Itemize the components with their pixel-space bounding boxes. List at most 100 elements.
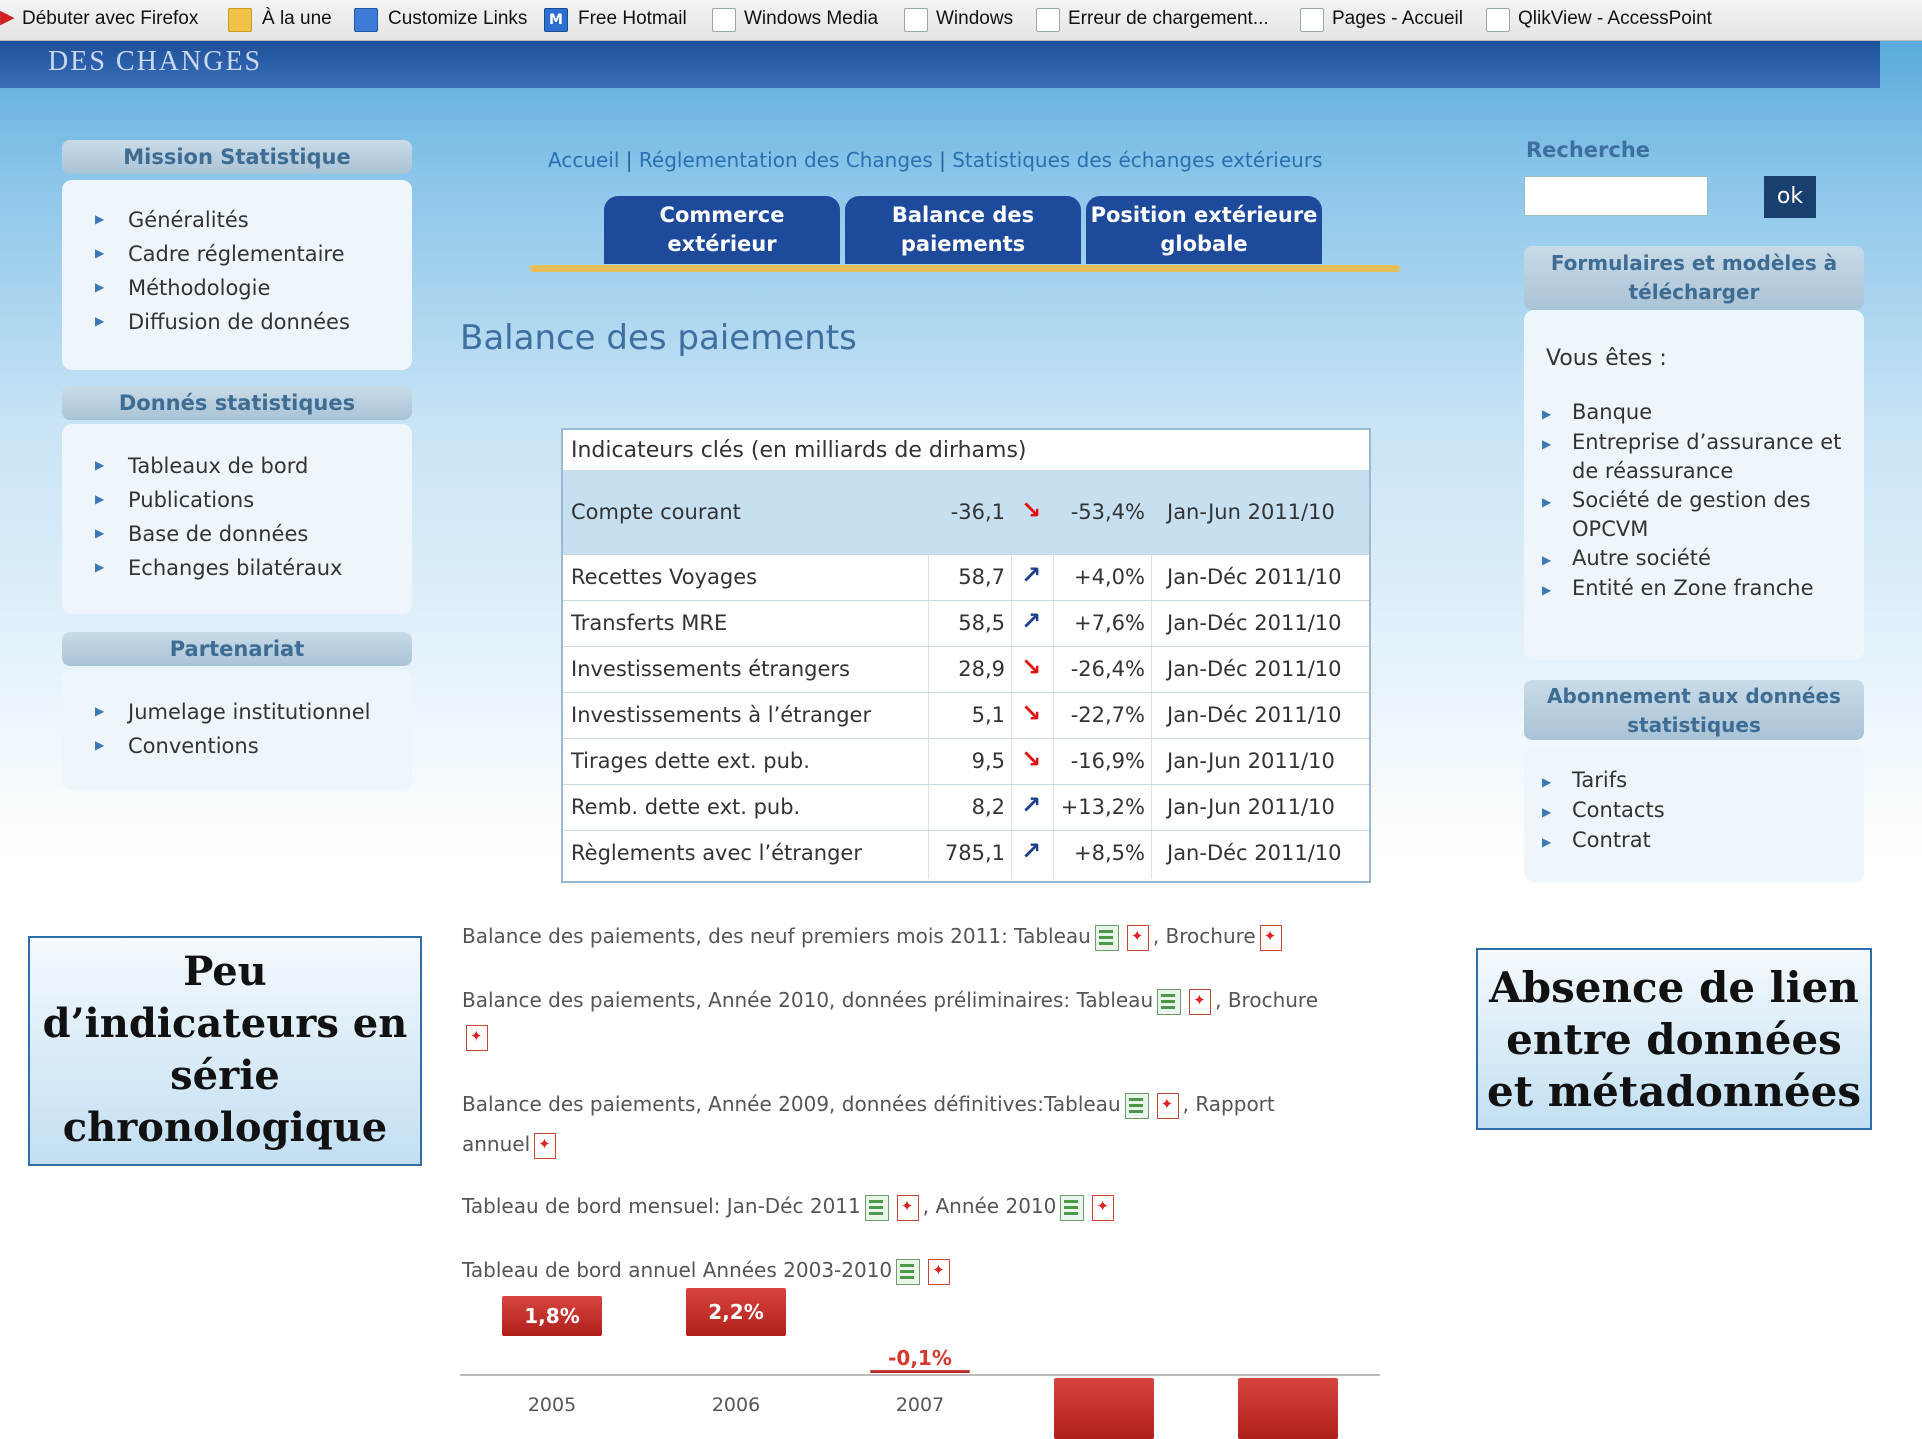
row-period: Jan-Jun 2011/10	[1167, 500, 1335, 524]
row-change: +4,0%	[1074, 565, 1145, 589]
growth-bar: 2,2%	[686, 1288, 786, 1336]
excel-icon[interactable]	[1060, 1194, 1085, 1221]
table-row: Remb. dette ext. pub. 8,2 ↗ +13,2% Jan-Jun 2…	[563, 784, 1369, 831]
forms-heading[interactable]: Formulaires et modèles à télécharger	[1524, 246, 1864, 310]
pdf-icon[interactable]	[1259, 924, 1282, 951]
pdf-icon[interactable]	[1092, 1194, 1115, 1221]
arrow-up-right-icon: ↗	[1021, 837, 1042, 865]
tab-label-line1: Position extérieure	[1090, 203, 1318, 227]
row-period: Jan-Jun 2011/10	[1167, 749, 1335, 773]
nav-separator: |	[625, 148, 633, 172]
profile-banque[interactable]: Banque	[1542, 398, 1653, 429]
menu-head-donnees: Donnés statistiques	[62, 386, 412, 420]
pdf-icon[interactable]	[928, 1258, 951, 1285]
menu-item-base[interactable]: Base de données	[95, 522, 308, 546]
excel-icon[interactable]	[1094, 924, 1119, 951]
subscription-tarifs[interactable]: Tarifs	[1542, 766, 1627, 797]
bookmark-7[interactable]: Pages - Accueil	[1332, 8, 1463, 30]
hotmail-icon: M	[544, 8, 568, 32]
row-label: Tirages dette ext. pub.	[571, 749, 810, 773]
menu-item-publications[interactable]: Publications	[95, 488, 254, 512]
profile-line: Autre société	[1572, 546, 1711, 570]
bookmark-2[interactable]: Customize Links	[388, 8, 527, 30]
row-period: Jan-Déc 2011/10	[1167, 657, 1342, 681]
table-row: Transferts MRE 58,5 ↗ +7,6% Jan-Déc 2011/10	[563, 600, 1369, 647]
tab-balance-paiements[interactable]: Balance des paiements	[845, 196, 1081, 264]
top-nav: Accueil | Réglementation des Changes | S…	[548, 148, 1322, 172]
download-label: Tableau de bord annuel Années 2003-2010	[462, 1258, 893, 1282]
pdf-icon[interactable]	[1156, 1092, 1179, 1119]
heading-line: Abonnement aux données	[1547, 684, 1841, 708]
download-label: Balance des paiements, Année 2010, donné…	[462, 988, 1154, 1012]
menu-item-tableaux[interactable]: Tableaux de bord	[95, 454, 308, 478]
kpi-table: Indicateurs clés (en milliards de dirham…	[561, 428, 1371, 883]
callout-line: et métadonnées	[1486, 1067, 1862, 1116]
year-label: 2006	[711, 1394, 761, 1416]
growth-bar	[1238, 1378, 1338, 1439]
menu-item-conventions[interactable]: Conventions	[95, 734, 259, 758]
arrow-down-right-icon: ↘	[1021, 745, 1042, 773]
profile-opcvm[interactable]: Société de gestion des OPCVM	[1542, 486, 1811, 544]
callout-line: entre données	[1506, 1015, 1842, 1064]
profile-autre[interactable]: Autre société	[1542, 544, 1711, 575]
download-label: , Rapport	[1182, 1092, 1275, 1116]
bookmark-0[interactable]: Débuter avec Firefox	[22, 8, 198, 30]
pdf-icon[interactable]	[534, 1132, 557, 1159]
excel-icon[interactable]	[896, 1258, 921, 1285]
page-icon	[1486, 8, 1510, 32]
excel-icon[interactable]	[1157, 988, 1182, 1015]
profile-line: Société de gestion des	[1572, 488, 1811, 512]
download-label: annuel	[462, 1132, 531, 1156]
subscription-contacts[interactable]: Contacts	[1542, 796, 1665, 827]
nav-statistiques[interactable]: Statistiques des échanges extérieurs	[952, 148, 1322, 172]
year-label: 2007	[895, 1394, 945, 1416]
menu-item-echanges[interactable]: Echanges bilatéraux	[95, 556, 343, 580]
excel-icon[interactable]	[864, 1194, 889, 1221]
menu-head-partenariat: Partenariat	[62, 632, 412, 666]
subscription-heading[interactable]: Abonnement aux données statistiques	[1524, 680, 1864, 740]
profile-zone-franche[interactable]: Entité en Zone franche	[1542, 574, 1813, 605]
menu-item-cadre[interactable]: Cadre réglementaire	[95, 242, 344, 266]
nav-accueil[interactable]: Accueil	[548, 148, 619, 172]
excel-icon[interactable]	[1124, 1092, 1149, 1119]
row-label: Transferts MRE	[571, 611, 728, 635]
menu-item-diffusion[interactable]: Diffusion de données	[95, 310, 350, 334]
nav-reglementation[interactable]: Réglementation des Changes	[639, 148, 933, 172]
pdf-icon[interactable]	[896, 1194, 919, 1221]
row-period: Jan-Déc 2011/10	[1167, 841, 1342, 865]
bookmark-1[interactable]: À la une	[262, 8, 332, 30]
profile-assurance[interactable]: Entreprise d’assurance et de réassurance	[1542, 428, 1841, 486]
bookmark-5[interactable]: Windows	[936, 8, 1013, 30]
menu-item-methodologie[interactable]: Méthodologie	[95, 276, 270, 300]
page-icon	[712, 8, 736, 32]
bookmark-6[interactable]: Erreur de chargement...	[1068, 8, 1269, 30]
row-label: Compte courant	[571, 500, 741, 524]
table-row: Compte courant -36,1 ↘ -53,4% Jan-Jun 2011/1…	[563, 470, 1369, 555]
pdf-icon[interactable]	[1189, 988, 1212, 1015]
pdf-icon[interactable]	[466, 1024, 488, 1051]
profile-line: Banque	[1572, 400, 1653, 424]
nav-separator: |	[939, 148, 946, 172]
search-button[interactable]: ok	[1764, 176, 1816, 218]
bookmark-8[interactable]: QlikView - AccessPoint	[1518, 8, 1712, 30]
row-value: -36,1	[950, 500, 1005, 524]
bookmark-4[interactable]: Windows Media	[744, 8, 878, 30]
pdf-icon[interactable]	[1126, 924, 1149, 951]
row-change: +8,5%	[1074, 841, 1145, 865]
download-line-5: Tableau de bord annuel Années 2003-2010	[462, 1258, 954, 1285]
tab-label-line1: Balance des	[891, 203, 1035, 227]
heading-line: Formulaires et modèles à	[1550, 251, 1838, 275]
tab-position-exterieure[interactable]: Position extérieure globale	[1086, 196, 1322, 264]
menu-item-generalites[interactable]: Généralités	[95, 208, 249, 232]
row-label: Recettes Voyages	[571, 565, 758, 589]
tab-commerce-exterieur[interactable]: Commerce extérieur	[604, 196, 840, 264]
search-input[interactable]	[1524, 176, 1708, 216]
arrow-down-right-icon: ↘	[1021, 699, 1042, 727]
menu-panel-donnees	[62, 424, 412, 614]
download-line-2-cont	[462, 1024, 492, 1051]
menu-item-jumelage[interactable]: Jumelage institutionnel	[95, 700, 370, 724]
bookmark-3[interactable]: Free Hotmail	[578, 8, 687, 30]
site-header-band	[0, 40, 1880, 88]
growth-bar	[1054, 1378, 1154, 1439]
subscription-contrat[interactable]: Contrat	[1542, 826, 1651, 857]
